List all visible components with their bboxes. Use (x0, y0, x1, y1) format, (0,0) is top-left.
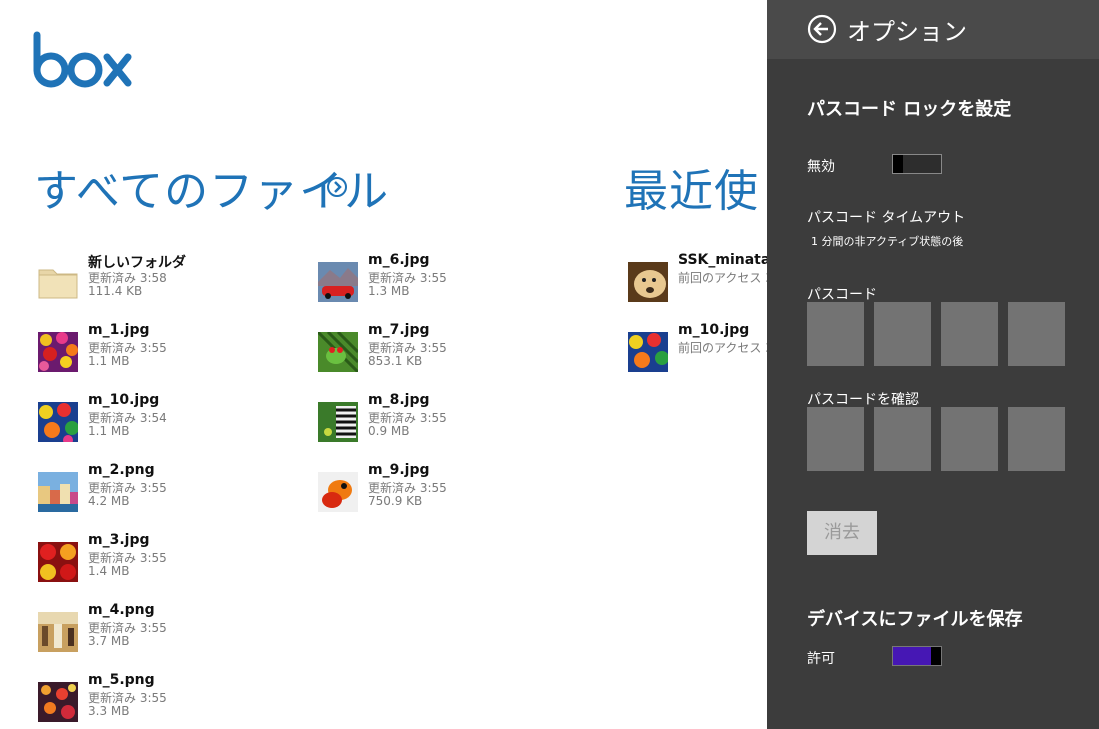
file-name: m_4.png (88, 602, 155, 618)
panel-header: オプション (767, 0, 1099, 59)
passcode-digit-1[interactable] (807, 302, 864, 366)
file-item[interactable]: 新しいフォルダ 更新済み 3:58 111.4 KB (38, 252, 288, 302)
confirm-passcode-label: パスコードを確認 (807, 392, 919, 408)
file-item[interactable]: m_10.jpg 更新済み 3:54 1.1 MB (38, 392, 288, 442)
arrow-right-circle-icon[interactable] (326, 176, 348, 198)
confirm-digit-2[interactable] (874, 407, 931, 471)
file-size: 4.2 MB (88, 494, 130, 508)
file-name: m_7.jpg (368, 322, 430, 338)
lanterns-thumbnail-icon (38, 682, 78, 722)
panel-title: オプション (847, 18, 967, 46)
file-name: m_8.jpg (368, 392, 430, 408)
file-size: 1.3 MB (368, 284, 410, 298)
file-name: m_10.jpg (88, 392, 160, 408)
zebra-thumbnail-icon (318, 402, 358, 442)
flowers-thumbnail-icon (38, 332, 78, 372)
parrot-thumbnail-icon (318, 472, 358, 512)
file-item[interactable]: m_8.jpg 更新済み 3:55 0.9 MB (318, 392, 568, 442)
file-size: 3.7 MB (88, 634, 130, 648)
file-item[interactable]: m_7.jpg 更新済み 3:55 853.1 KB (318, 322, 568, 372)
folder-icon (38, 269, 78, 299)
file-name: SSK_minatab (678, 252, 781, 268)
passcode-digit-4[interactable] (1008, 302, 1065, 366)
toggle-knob (931, 647, 941, 665)
options-panel: オプション パスコード ロックを設定 無効 パスコード タイムアウト 1 分間の… (767, 0, 1099, 729)
file-name: m_10.jpg (678, 322, 750, 338)
confirm-digit-4[interactable] (1008, 407, 1065, 471)
passcode-lock-state-label: 無効 (807, 159, 835, 175)
file-name: m_3.jpg (88, 532, 150, 548)
clear-button[interactable]: 消去 (807, 511, 877, 555)
file-size: 3.3 MB (88, 704, 130, 718)
file-date: 前回のアクセス 3 (678, 271, 773, 285)
market-thumbnail-icon (38, 612, 78, 652)
file-item[interactable]: m_2.png 更新済み 3:55 4.2 MB (38, 462, 288, 512)
dog-thumbnail-icon (628, 262, 668, 302)
passcode-lock-toggle[interactable] (892, 154, 942, 174)
toggle-knob (893, 155, 903, 173)
file-size: 1.1 MB (88, 424, 130, 438)
file-item[interactable]: m_9.jpg 更新済み 3:55 750.9 KB (318, 462, 568, 512)
recent-files-title[interactable]: 最近使 (624, 155, 759, 219)
file-size: 853.1 KB (368, 354, 423, 368)
city-thumbnail-icon (38, 472, 78, 512)
passcode-digit-3[interactable] (941, 302, 998, 366)
car-thumbnail-icon (318, 262, 358, 302)
file-item[interactable]: m_3.jpg 更新済み 3:55 1.4 MB (38, 532, 288, 582)
frog-thumbnail-icon (318, 332, 358, 372)
save-to-device-state-label: 許可 (807, 651, 835, 667)
file-item[interactable]: m_4.png 更新済み 3:55 3.7 MB (38, 602, 288, 652)
file-size: 1.4 MB (88, 564, 130, 578)
file-item[interactable]: m_6.jpg 更新済み 3:55 1.3 MB (318, 252, 568, 302)
confirm-digit-1[interactable] (807, 407, 864, 471)
save-to-device-heading: デバイスにファイルを保存 (807, 609, 1023, 630)
file-item[interactable]: m_5.png 更新済み 3:55 3.3 MB (38, 672, 288, 722)
file-name: m_2.png (88, 462, 155, 478)
file-name: m_6.jpg (368, 252, 430, 268)
save-to-device-toggle[interactable] (892, 646, 942, 666)
file-item[interactable]: m_1.jpg 更新済み 3:55 1.1 MB (38, 322, 288, 372)
confirm-digit-3[interactable] (941, 407, 998, 471)
file-name: m_1.jpg (88, 322, 150, 338)
passcode-lock-heading: パスコード ロックを設定 (807, 99, 1012, 120)
box-logo (33, 31, 132, 88)
timeout-label[interactable]: パスコード タイムアウト (807, 207, 965, 227)
umbrellas-thumbnail-icon (38, 402, 78, 442)
back-arrow-icon[interactable] (807, 14, 837, 44)
file-size: 750.9 KB (368, 494, 423, 508)
passcode-digit-2[interactable] (874, 302, 931, 366)
file-size: 0.9 MB (368, 424, 410, 438)
file-size: 111.4 KB (88, 284, 143, 298)
file-name: m_5.png (88, 672, 155, 688)
file-name: m_9.jpg (368, 462, 430, 478)
file-date: 前回のアクセス 3 (678, 341, 773, 355)
file-size: 1.1 MB (88, 354, 130, 368)
roses-thumbnail-icon (38, 542, 78, 582)
umbrellas-thumbnail-icon (628, 332, 668, 372)
passcode-label: パスコード (807, 287, 877, 303)
timeout-value[interactable]: 1 分間の非アクティブ状態の後 (811, 233, 963, 249)
